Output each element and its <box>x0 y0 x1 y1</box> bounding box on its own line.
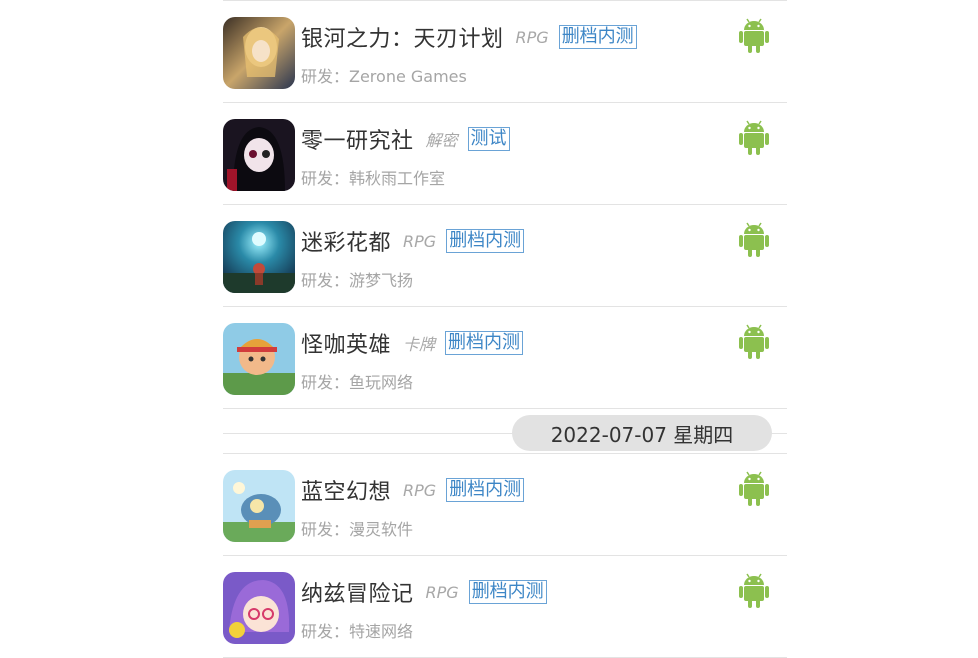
list-item[interactable]: 蓝空幻想 RPG 删档内测 研发：漫灵软件 <box>223 454 787 556</box>
test-status-badge: 测试 <box>467 127 510 151</box>
game-icon[interactable] <box>223 221 295 293</box>
game-developer: 研发：鱼玩网络 <box>301 373 414 392</box>
title-line: 银河之力：天刃计划 RPG 删档内测 <box>301 21 637 53</box>
game-icon[interactable] <box>223 323 295 395</box>
game-icon[interactable] <box>223 119 295 191</box>
game-title[interactable]: 银河之力：天刃计划 <box>301 21 504 53</box>
game-icon[interactable] <box>223 470 295 542</box>
title-line: 怪咖英雄 卡牌 删档内测 <box>301 327 524 359</box>
list-item[interactable]: 零一研究社 解密 测试 研发：韩秋雨工作室 <box>223 103 787 205</box>
test-status-badge: 删档内测 <box>445 331 524 355</box>
game-title[interactable]: 迷彩花都 <box>301 225 391 257</box>
test-status-badge: 删档内测 <box>558 25 637 49</box>
game-developer: 研发：特速网络 <box>301 622 414 641</box>
test-status-badge: 删档内测 <box>446 229 525 253</box>
game-title[interactable]: 零一研究社 <box>301 123 414 155</box>
game-genre: 解密 <box>425 131 458 150</box>
game-icon[interactable] <box>223 17 295 89</box>
android-icon <box>739 120 769 155</box>
list-item[interactable]: 迷彩花都 RPG 删档内测 研发：游梦飞扬 <box>223 205 787 307</box>
title-line: 零一研究社 解密 测试 <box>301 123 510 155</box>
game-genre: RPG <box>425 582 459 602</box>
game-developer: 研发：游梦飞扬 <box>301 271 414 290</box>
date-divider: 2022-07-07 星期四 <box>223 409 787 454</box>
test-status-badge: 删档内测 <box>468 580 547 604</box>
date-pill: 2022-07-07 星期四 <box>512 415 772 451</box>
game-genre: RPG <box>515 27 549 47</box>
android-icon <box>739 324 769 359</box>
android-icon <box>739 18 769 53</box>
android-icon <box>739 471 769 506</box>
game-genre: 卡牌 <box>403 335 436 354</box>
game-genre: RPG <box>403 231 437 251</box>
game-title[interactable]: 怪咖英雄 <box>301 327 391 359</box>
android-icon <box>739 573 769 608</box>
game-developer: 研发：韩秋雨工作室 <box>301 169 446 188</box>
title-line: 纳兹冒险记 RPG 删档内测 <box>301 576 547 608</box>
game-test-list: 银河之力：天刃计划 RPG 删档内测 研发：Zerone Games 零一研究社… <box>223 0 787 658</box>
title-line: 迷彩花都 RPG 删档内测 <box>301 225 525 257</box>
game-developer: 研发：漫灵软件 <box>301 520 414 539</box>
game-icon[interactable] <box>223 572 295 644</box>
test-status-badge: 删档内测 <box>446 478 525 502</box>
game-developer: 研发：Zerone Games <box>301 67 467 86</box>
game-title[interactable]: 纳兹冒险记 <box>301 576 414 608</box>
title-line: 蓝空幻想 RPG 删档内测 <box>301 474 525 506</box>
game-genre: RPG <box>403 480 437 500</box>
game-title[interactable]: 蓝空幻想 <box>301 474 391 506</box>
list-item[interactable]: 银河之力：天刃计划 RPG 删档内测 研发：Zerone Games <box>223 0 787 103</box>
android-icon <box>739 222 769 257</box>
list-item[interactable]: 纳兹冒险记 RPG 删档内测 研发：特速网络 <box>223 556 787 658</box>
list-item[interactable]: 怪咖英雄 卡牌 删档内测 研发：鱼玩网络 <box>223 307 787 409</box>
